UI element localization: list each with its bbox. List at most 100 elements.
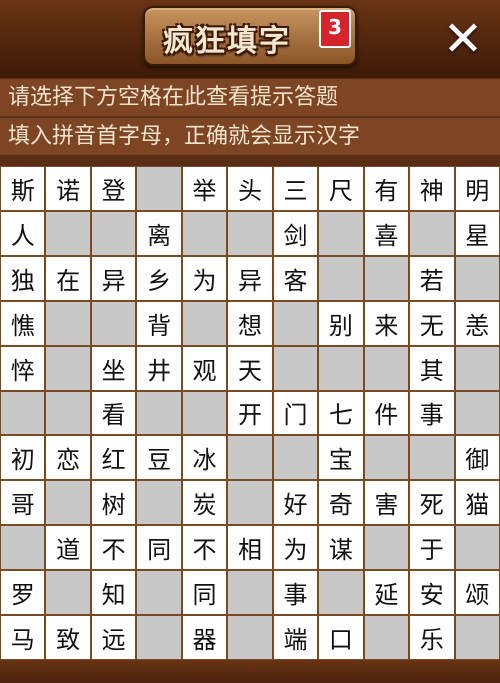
blank-cell[interactable]: [319, 346, 363, 390]
letter-cell[interactable]: 来: [364, 301, 409, 345]
letter-cell[interactable]: 乐: [410, 616, 454, 659]
blank-cell[interactable]: [364, 436, 409, 480]
letter-cell[interactable]: 悴: [1, 346, 45, 390]
letter-cell[interactable]: 客: [273, 256, 318, 300]
blank-cell[interactable]: [91, 301, 136, 345]
letter-cell[interactable]: 件: [364, 391, 409, 435]
blank-cell[interactable]: [228, 571, 272, 615]
letter-cell[interactable]: 异: [91, 256, 136, 300]
letter-cell[interactable]: 若: [410, 256, 454, 300]
letter-cell[interactable]: 斯: [1, 167, 45, 210]
letter-cell[interactable]: 有: [364, 167, 409, 210]
blank-cell[interactable]: [273, 436, 318, 480]
blank-cell[interactable]: [137, 391, 181, 435]
letter-cell[interactable]: 御: [455, 436, 499, 480]
blank-cell[interactable]: [46, 391, 90, 435]
letter-cell[interactable]: 喜: [364, 211, 409, 255]
letter-cell[interactable]: 事: [273, 571, 318, 615]
letter-cell[interactable]: 背: [137, 301, 181, 345]
letter-cell[interactable]: 冰: [182, 436, 227, 480]
letter-cell[interactable]: 异: [228, 256, 272, 300]
letter-cell[interactable]: 颂: [455, 571, 499, 615]
letter-cell[interactable]: 安: [410, 571, 454, 615]
letter-cell[interactable]: 口: [319, 616, 363, 659]
letter-cell[interactable]: 离: [137, 211, 181, 255]
letter-cell[interactable]: 致: [46, 616, 90, 659]
letter-cell[interactable]: 初: [1, 436, 45, 480]
blank-cell[interactable]: [364, 616, 409, 659]
letter-cell[interactable]: 罗: [1, 571, 45, 615]
blank-cell[interactable]: [228, 436, 272, 480]
letter-cell[interactable]: 炭: [182, 481, 227, 525]
blank-cell[interactable]: [182, 211, 227, 255]
blank-cell[interactable]: [46, 301, 90, 345]
letter-cell[interactable]: 看: [91, 391, 136, 435]
blank-cell[interactable]: [273, 301, 318, 345]
blank-cell[interactable]: [46, 346, 90, 390]
blank-cell[interactable]: [1, 391, 45, 435]
blank-cell[interactable]: [364, 346, 409, 390]
letter-cell[interactable]: 恋: [46, 436, 90, 480]
blank-cell[interactable]: [137, 167, 181, 210]
blank-cell[interactable]: [137, 481, 181, 525]
letter-cell[interactable]: 别: [319, 301, 363, 345]
letter-cell[interactable]: 器: [182, 616, 227, 659]
letter-cell[interactable]: 观: [182, 346, 227, 390]
letter-cell[interactable]: 为: [182, 256, 227, 300]
letter-cell[interactable]: 不: [91, 526, 136, 570]
letter-cell[interactable]: 同: [137, 526, 181, 570]
letter-cell[interactable]: 其: [410, 346, 454, 390]
letter-cell[interactable]: 猫: [455, 481, 499, 525]
letter-cell[interactable]: 剑: [273, 211, 318, 255]
letter-cell[interactable]: 在: [46, 256, 90, 300]
letter-cell[interactable]: 相: [228, 526, 272, 570]
letter-cell[interactable]: 井: [137, 346, 181, 390]
blank-cell[interactable]: [228, 481, 272, 525]
letter-cell[interactable]: 无: [410, 301, 454, 345]
letter-cell[interactable]: 独: [1, 256, 45, 300]
letter-cell[interactable]: 奇: [319, 481, 363, 525]
blank-cell[interactable]: [46, 211, 90, 255]
letter-cell[interactable]: 延: [364, 571, 409, 615]
letter-cell[interactable]: 树: [91, 481, 136, 525]
letter-cell[interactable]: 马: [1, 616, 45, 659]
letter-cell[interactable]: 尺: [319, 167, 363, 210]
blank-cell[interactable]: [364, 256, 409, 300]
letter-cell[interactable]: 道: [46, 526, 90, 570]
blank-cell[interactable]: [182, 391, 227, 435]
letter-cell[interactable]: 死: [410, 481, 454, 525]
letter-cell[interactable]: 天: [228, 346, 272, 390]
blank-cell[interactable]: [273, 346, 318, 390]
letter-cell[interactable]: 远: [91, 616, 136, 659]
letter-cell[interactable]: 坐: [91, 346, 136, 390]
blank-cell[interactable]: [455, 616, 499, 659]
letter-cell[interactable]: 开: [228, 391, 272, 435]
blank-cell[interactable]: [364, 526, 409, 570]
letter-cell[interactable]: 端: [273, 616, 318, 659]
blank-cell[interactable]: [1, 526, 45, 570]
letter-cell[interactable]: 乡: [137, 256, 181, 300]
blank-cell[interactable]: [319, 211, 363, 255]
blank-cell[interactable]: [182, 301, 227, 345]
letter-cell[interactable]: 诺: [46, 167, 90, 210]
letter-cell[interactable]: 红: [91, 436, 136, 480]
blank-cell[interactable]: [455, 526, 499, 570]
blank-cell[interactable]: [91, 211, 136, 255]
letter-cell[interactable]: 七: [319, 391, 363, 435]
letter-cell[interactable]: 为: [273, 526, 318, 570]
letter-cell[interactable]: 登: [91, 167, 136, 210]
blank-cell[interactable]: [319, 571, 363, 615]
letter-cell[interactable]: 憔: [1, 301, 45, 345]
letter-cell[interactable]: 事: [410, 391, 454, 435]
letter-cell[interactable]: 恙: [455, 301, 499, 345]
blank-cell[interactable]: [455, 346, 499, 390]
letter-cell[interactable]: 举: [182, 167, 227, 210]
letter-cell[interactable]: 三: [273, 167, 318, 210]
letter-cell[interactable]: 害: [364, 481, 409, 525]
blank-cell[interactable]: [410, 436, 454, 480]
letter-cell[interactable]: 谋: [319, 526, 363, 570]
blank-cell[interactable]: [228, 211, 272, 255]
letter-cell[interactable]: 好: [273, 481, 318, 525]
letter-cell[interactable]: 神: [410, 167, 454, 210]
letter-cell[interactable]: 豆: [137, 436, 181, 480]
